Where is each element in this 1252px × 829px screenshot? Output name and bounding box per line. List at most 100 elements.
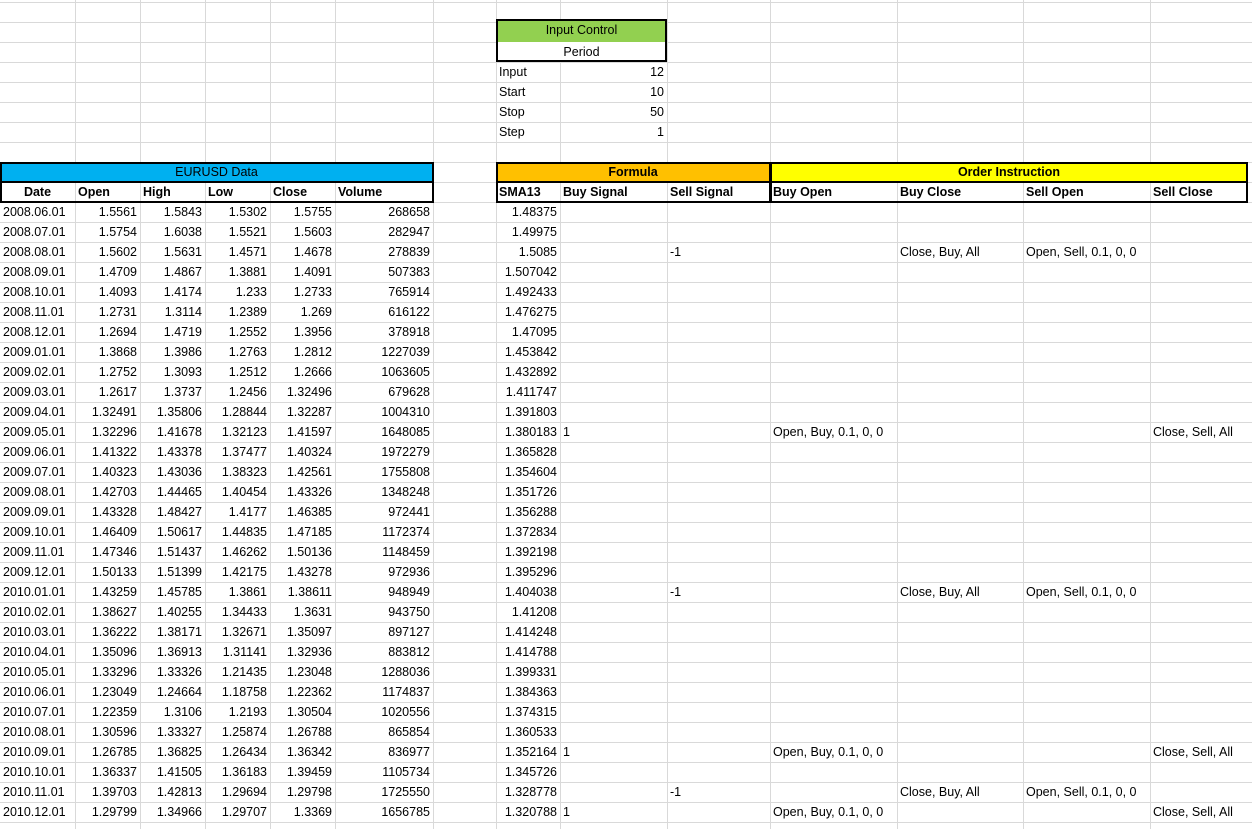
cell-sell-open[interactable] xyxy=(1023,522,1150,542)
cell-open[interactable]: 1.2731 xyxy=(75,302,140,322)
cell-sell-open[interactable] xyxy=(1023,502,1150,522)
cell-high[interactable]: 1.5843 xyxy=(140,202,205,222)
cell-low[interactable]: 1.40454 xyxy=(205,482,270,502)
cell-close[interactable]: 1.41597 xyxy=(270,422,335,442)
cell-volume[interactable]: 943750 xyxy=(335,602,433,622)
cell-buy-open[interactable] xyxy=(770,302,897,322)
cell-low[interactable]: 1.2763 xyxy=(205,342,270,362)
cell-close[interactable]: 1.23048 xyxy=(270,662,335,682)
cell-sma13[interactable]: 1.392198 xyxy=(496,542,560,562)
cell-buy-close[interactable] xyxy=(897,502,1023,522)
cell-sma13[interactable]: 1.360533 xyxy=(496,722,560,742)
spreadsheet-grid[interactable]: Input Control Period Input 12 Start 10 Stop 50 S… xyxy=(0,0,1252,829)
cell-close[interactable]: 1.32496 xyxy=(270,382,335,402)
cell-date[interactable]: 2009.10.01 xyxy=(0,522,75,542)
cell-high[interactable]: 1.3737 xyxy=(140,382,205,402)
cell-sell-open[interactable] xyxy=(1023,702,1150,722)
cell-low[interactable]: 1.2193 xyxy=(205,702,270,722)
cell-open[interactable]: 1.36222 xyxy=(75,622,140,642)
cell-open[interactable]: 1.39703 xyxy=(75,782,140,802)
cell-volume[interactable]: 378918 xyxy=(335,322,433,342)
cell-open[interactable]: 1.2694 xyxy=(75,322,140,342)
cell-sell-signal[interactable] xyxy=(667,422,770,442)
cell-low[interactable]: 1.44835 xyxy=(205,522,270,542)
cell-sma13[interactable]: 1.384363 xyxy=(496,682,560,702)
cell-buy-open[interactable] xyxy=(770,662,897,682)
cell-buy-close[interactable] xyxy=(897,642,1023,662)
cell-buy-signal[interactable] xyxy=(560,702,667,722)
cell-sma13[interactable]: 1.380183 xyxy=(496,422,560,442)
cell-high[interactable]: 1.48427 xyxy=(140,502,205,522)
cell-low[interactable]: 1.32671 xyxy=(205,622,270,642)
cell-volume[interactable]: 948949 xyxy=(335,582,433,602)
cell-sell-close[interactable] xyxy=(1150,382,1252,402)
cell-buy-close[interactable] xyxy=(897,722,1023,742)
cell-open[interactable]: 1.43328 xyxy=(75,502,140,522)
cell-buy-open[interactable] xyxy=(770,542,897,562)
cell-volume[interactable]: 972936 xyxy=(335,562,433,582)
cell-buy-open[interactable] xyxy=(770,222,897,242)
cell-sma13[interactable]: 1.399331 xyxy=(496,662,560,682)
cell-date[interactable]: 2009.12.01 xyxy=(0,562,75,582)
cell-sell-open[interactable] xyxy=(1023,442,1150,462)
cell-high[interactable]: 1.43378 xyxy=(140,442,205,462)
cell-sell-close[interactable] xyxy=(1150,322,1252,342)
cell-volume[interactable]: 1063605 xyxy=(335,362,433,382)
cell-date[interactable]: 2009.08.01 xyxy=(0,482,75,502)
cell-volume[interactable]: 1148459 xyxy=(335,542,433,562)
cell-volume[interactable]: 1020556 xyxy=(335,702,433,722)
cell-high[interactable]: 1.42813 xyxy=(140,782,205,802)
cell-buy-open[interactable] xyxy=(770,722,897,742)
cell-sell-open[interactable] xyxy=(1023,542,1150,562)
cell-sell-open[interactable]: Open, Sell, 0.1, 0, 0 xyxy=(1023,782,1150,802)
cell-open[interactable]: 1.36337 xyxy=(75,762,140,782)
cell-sell-signal[interactable] xyxy=(667,702,770,722)
cell-sell-signal[interactable] xyxy=(667,322,770,342)
cell-close[interactable]: 1.3631 xyxy=(270,602,335,622)
cell-sell-signal[interactable] xyxy=(667,642,770,662)
cell-buy-open[interactable] xyxy=(770,342,897,362)
cell-sell-signal[interactable] xyxy=(667,742,770,762)
cell-buy-open[interactable] xyxy=(770,362,897,382)
cell-sell-close[interactable] xyxy=(1150,242,1252,262)
cell-sell-open[interactable] xyxy=(1023,402,1150,422)
cell-sell-open[interactable] xyxy=(1023,282,1150,302)
cell-sell-close[interactable] xyxy=(1150,402,1252,422)
cell-sell-close[interactable] xyxy=(1150,302,1252,322)
cell-date[interactable]: 2009.03.01 xyxy=(0,382,75,402)
cell-sell-open[interactable] xyxy=(1023,602,1150,622)
cell-sma13[interactable]: 1.391803 xyxy=(496,402,560,422)
cell-volume[interactable]: 865854 xyxy=(335,722,433,742)
cell-sell-close[interactable] xyxy=(1150,482,1252,502)
cell-open[interactable]: 1.35096 xyxy=(75,642,140,662)
cell-buy-open[interactable]: Open, Buy, 0.1, 0, 0 xyxy=(770,742,897,762)
cell-sma13[interactable]: 1.48375 xyxy=(496,202,560,222)
cell-date[interactable]: 2009.06.01 xyxy=(0,442,75,462)
cell-volume[interactable]: 1972279 xyxy=(335,442,433,462)
cell-sell-close[interactable]: Close, Sell, All xyxy=(1150,422,1252,442)
cell-sell-signal[interactable] xyxy=(667,282,770,302)
cell-close[interactable]: 1.4091 xyxy=(270,262,335,282)
cell-buy-signal[interactable] xyxy=(560,262,667,282)
cell-sell-open[interactable] xyxy=(1023,302,1150,322)
cell-buy-close[interactable] xyxy=(897,222,1023,242)
cell-low[interactable]: 1.2512 xyxy=(205,362,270,382)
cell-sell-signal[interactable] xyxy=(667,222,770,242)
cell-open[interactable]: 1.38627 xyxy=(75,602,140,622)
cell-high[interactable]: 1.36825 xyxy=(140,742,205,762)
cell-volume[interactable]: 1348248 xyxy=(335,482,433,502)
cell-date[interactable]: 2009.09.01 xyxy=(0,502,75,522)
cell-close[interactable]: 1.42561 xyxy=(270,462,335,482)
cell-sell-signal[interactable] xyxy=(667,662,770,682)
cell-volume[interactable]: 278839 xyxy=(335,242,433,262)
cell-buy-close[interactable] xyxy=(897,402,1023,422)
cell-low[interactable]: 1.2456 xyxy=(205,382,270,402)
cell-low[interactable]: 1.31141 xyxy=(205,642,270,662)
cell-close[interactable]: 1.3956 xyxy=(270,322,335,342)
cell-buy-signal[interactable] xyxy=(560,642,667,662)
cell-buy-open[interactable] xyxy=(770,562,897,582)
cell-close[interactable]: 1.38611 xyxy=(270,582,335,602)
cell-high[interactable]: 1.33326 xyxy=(140,662,205,682)
cell-buy-signal[interactable] xyxy=(560,202,667,222)
cell-buy-signal[interactable] xyxy=(560,322,667,342)
